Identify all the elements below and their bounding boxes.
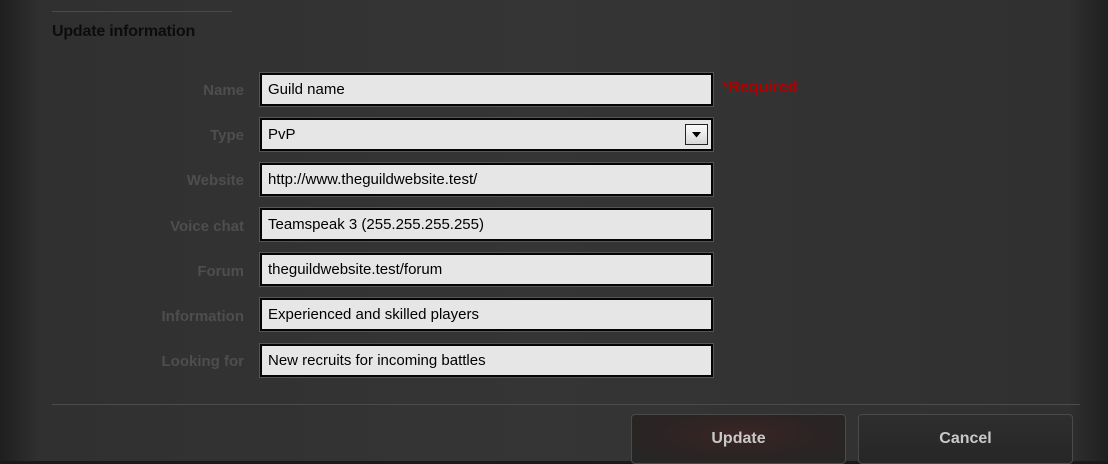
forum-input[interactable]: theguildwebsite.test/forum xyxy=(259,252,714,287)
forum-input-value: theguildwebsite.test/forum xyxy=(268,261,443,278)
website-input-value: http://www.theguildwebsite.test/ xyxy=(268,171,478,188)
cancel-button[interactable]: Cancel xyxy=(858,414,1073,464)
section-divider-top xyxy=(52,11,232,12)
looking-for-input-value: New recruits for incoming battles xyxy=(268,352,486,369)
information-input-value: Experienced and skilled players xyxy=(268,306,479,323)
required-note: *Required xyxy=(722,79,798,96)
dropdown-arrow-button[interactable] xyxy=(685,124,708,145)
update-button[interactable]: Update xyxy=(631,414,846,464)
information-label: Information xyxy=(161,308,245,325)
looking-for-input[interactable]: New recruits for incoming battles xyxy=(259,343,714,378)
type-label: Type xyxy=(210,127,244,144)
website-label: Website xyxy=(186,172,244,189)
information-input[interactable]: Experienced and skilled players xyxy=(259,297,714,332)
footer-divider xyxy=(52,404,1080,405)
looking-for-label: Looking for xyxy=(161,353,245,370)
website-input[interactable]: http://www.theguildwebsite.test/ xyxy=(259,162,714,197)
section-title: Update information xyxy=(52,23,196,40)
name-label: Name xyxy=(203,82,244,99)
chevron-down-icon xyxy=(692,132,701,138)
update-information-panel: Update information Name Guild name *Requ… xyxy=(0,0,1108,464)
name-input[interactable]: Guild name xyxy=(259,72,714,107)
name-input-value: Guild name xyxy=(268,81,345,98)
voice-chat-input-value: Teamspeak 3 (255.255.255.255) xyxy=(268,216,484,233)
type-select-value: PvP xyxy=(268,126,296,143)
type-select[interactable]: PvP xyxy=(259,117,714,152)
forum-label: Forum xyxy=(197,263,244,280)
voice-chat-label: Voice chat xyxy=(170,218,244,235)
voice-chat-input[interactable]: Teamspeak 3 (255.255.255.255) xyxy=(259,207,714,242)
